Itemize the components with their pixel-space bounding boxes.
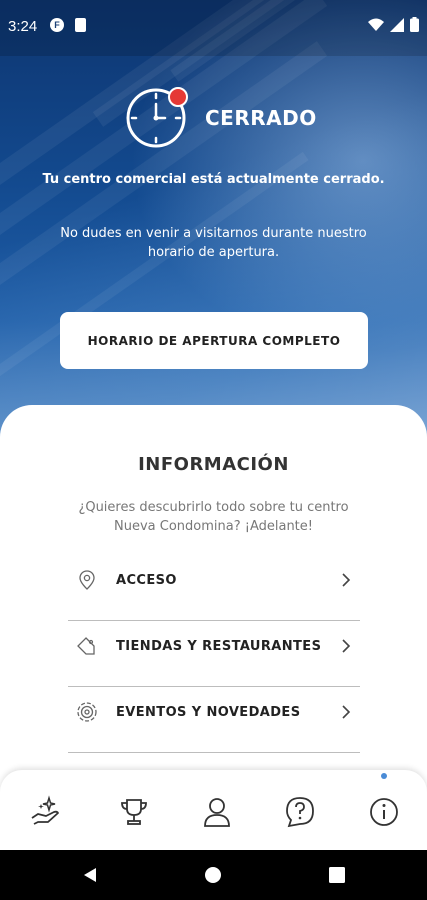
- back-icon: [84, 868, 96, 882]
- nav-home-button[interactable]: [201, 863, 225, 887]
- help-icon: [286, 797, 314, 828]
- active-tab-indicator: [381, 773, 387, 779]
- status-bar: 3:24 F: [0, 0, 427, 56]
- location-pin-icon: [79, 570, 95, 590]
- closed-message: No dudes en venir a visitarnos durante n…: [60, 226, 367, 260]
- info-subtitle: ¿Quieres descubrirlo todo sobre tu centr…: [78, 500, 349, 534]
- status-time: 3:24: [8, 18, 38, 35]
- menu-item-label: TIENDAS Y RESTAURANTES: [116, 639, 322, 654]
- tab-profile[interactable]: [197, 792, 237, 832]
- nav-recents-button[interactable]: [325, 863, 349, 887]
- nav-back-button[interactable]: [78, 863, 102, 887]
- home-icon: [205, 867, 221, 883]
- menu-item-acceso[interactable]: ACCESO: [68, 555, 360, 621]
- signal-icon: [390, 17, 404, 32]
- tab-help[interactable]: [280, 792, 320, 832]
- clock-icon: [126, 86, 190, 150]
- chevron-right-icon: [342, 573, 351, 587]
- offers-hand-icon: [31, 795, 59, 825]
- tag-icon: [77, 637, 95, 655]
- opening-hours-button[interactable]: HORARIO DE APERTURA COMPLETO: [60, 312, 368, 369]
- menu-item-tiendas[interactable]: TIENDAS Y RESTAURANTES: [68, 621, 360, 687]
- chevron-right-icon: [342, 705, 351, 719]
- menu-item-label: ACCESO: [116, 573, 177, 588]
- closed-message-bold: Tu centro comercial está actualmente cer…: [42, 172, 385, 187]
- menu-item-eventos[interactable]: EVENTOS Y NOVEDADES: [68, 687, 360, 753]
- tab-info[interactable]: [364, 792, 404, 832]
- menu-item-label: EVENTOS Y NOVEDADES: [116, 705, 301, 720]
- profile-icon: [204, 798, 230, 827]
- chevron-right-icon: [342, 639, 351, 653]
- recents-icon: [329, 867, 345, 883]
- wifi-icon: [368, 18, 384, 31]
- sd-card-icon: [75, 18, 86, 32]
- trophy-icon: [121, 799, 147, 825]
- f-app-icon: F: [50, 18, 64, 32]
- battery-icon: [410, 17, 419, 32]
- closed-status-title: CERRADO: [205, 106, 317, 130]
- system-nav-bar: [0, 850, 427, 900]
- tab-trophy[interactable]: [114, 792, 154, 832]
- target-icon: [77, 702, 97, 722]
- tab-offers[interactable]: [26, 792, 66, 832]
- closed-badge-dot: [168, 87, 188, 107]
- info-icon: [370, 798, 398, 826]
- info-title: INFORMACIÓN: [138, 454, 289, 475]
